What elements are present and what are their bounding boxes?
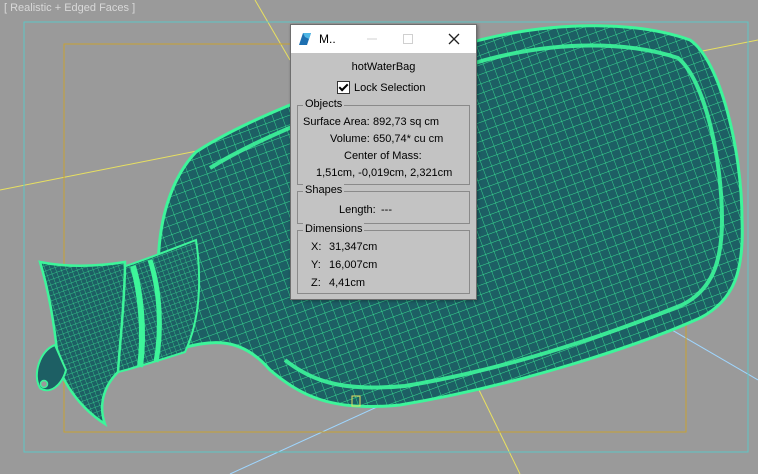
grid-axis-line xyxy=(254,0,291,61)
measure-dialog: M.. hotWaterBag Lock Selection Objects S… xyxy=(290,24,477,300)
maximize-icon xyxy=(403,34,413,44)
object-name: hotWaterBag xyxy=(351,61,416,73)
viewport-label[interactable]: [ Realistic + Edged Faces ] xyxy=(4,2,135,14)
lock-selection-checkbox[interactable]: Lock Selection xyxy=(337,81,426,94)
center-of-mass-value: 1,51cm, -0,019cm, 2,321cm xyxy=(316,167,453,179)
shapes-group-title: Shapes xyxy=(303,184,345,196)
lock-selection-label: Lock Selection xyxy=(354,81,426,94)
minimize-icon xyxy=(367,38,377,40)
dimension-y-label: Y: xyxy=(311,259,321,271)
surface-area-value: 892,73 sq cm xyxy=(373,116,440,128)
dimension-z-value: 4,41cm xyxy=(329,277,366,289)
hanging-hole xyxy=(39,379,49,389)
minimize-button[interactable] xyxy=(357,25,387,53)
shapes-group: Shapes Length: --- xyxy=(297,184,470,224)
length-label: Length: xyxy=(339,204,376,216)
center-of-mass-label: Center of Mass: xyxy=(344,150,422,162)
close-button[interactable] xyxy=(439,25,469,53)
dialog-titlebar[interactable]: M.. xyxy=(291,25,476,53)
length-value: --- xyxy=(381,204,392,216)
app-logo-icon xyxy=(299,33,311,45)
dimensions-group: Dimensions X: 31,347cm Y: 16,007cm Z: 4,… xyxy=(297,223,470,294)
close-icon xyxy=(448,33,460,45)
maximize-button[interactable] xyxy=(393,25,423,53)
dialog-title: M.. xyxy=(319,32,336,46)
volume-label: Volume: xyxy=(330,133,370,145)
dimension-x-label: X: xyxy=(311,241,322,253)
dimension-y-value: 16,007cm xyxy=(329,259,378,271)
dimensions-group-title: Dimensions xyxy=(303,223,365,235)
objects-group-title: Objects xyxy=(303,98,345,110)
bag-mouth-wireframe xyxy=(40,262,125,424)
surface-area-label: Surface Area: xyxy=(303,116,370,128)
dimension-z-label: Z: xyxy=(311,277,321,289)
checkbox-checked-icon[interactable] xyxy=(337,81,350,94)
volume-value: 650,74* cu cm xyxy=(373,133,444,145)
dialog-body: hotWaterBag Lock Selection Objects Surfa… xyxy=(291,53,476,299)
dimension-x-value: 31,347cm xyxy=(329,241,378,253)
objects-group: Objects Surface Area: 892,73 sq cm Volum… xyxy=(297,98,470,185)
